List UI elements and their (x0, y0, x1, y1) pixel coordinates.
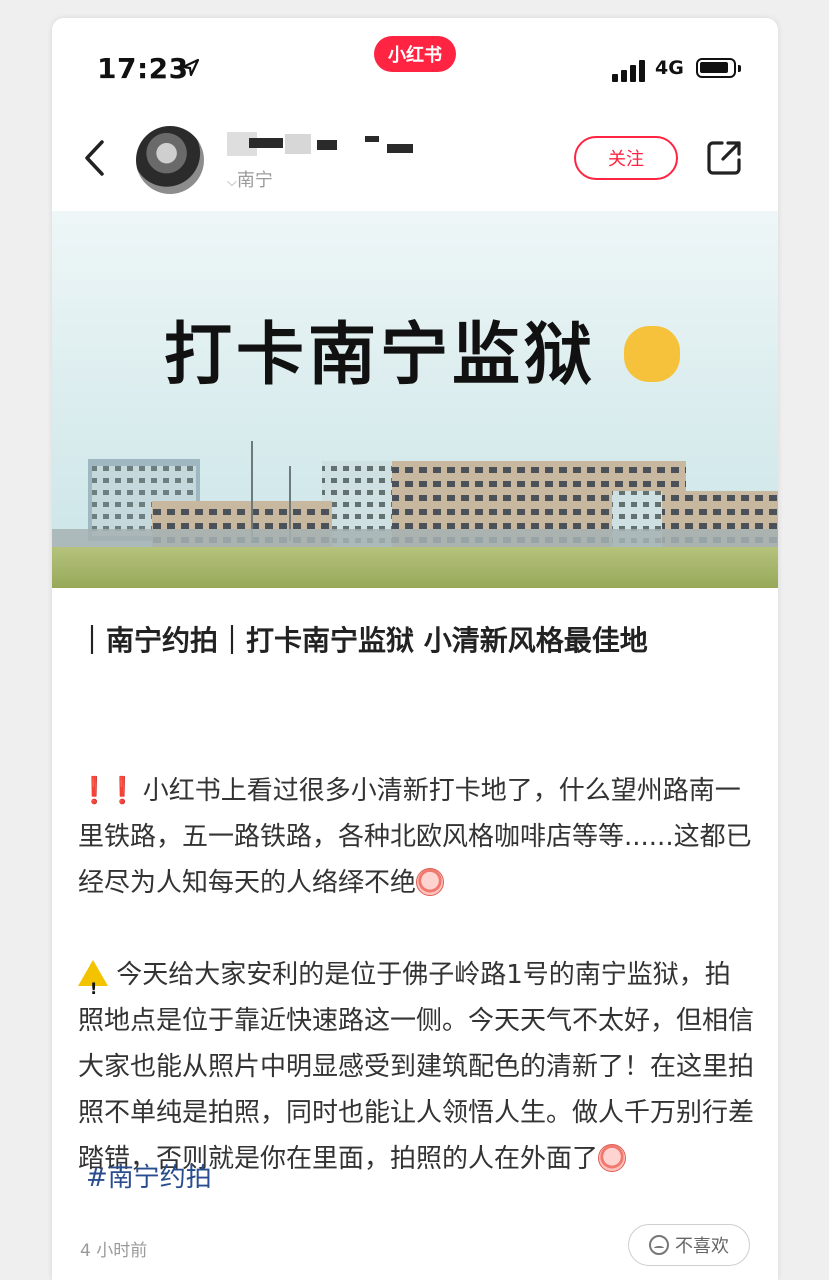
location-text: 南宁 (236, 170, 273, 191)
post-title: ｜南宁约拍｜打卡南宁监狱 小清新风格最佳地 (78, 624, 648, 657)
crying-face-icon (416, 868, 445, 896)
username-blurred[interactable] (227, 130, 417, 158)
share-icon[interactable] (704, 138, 744, 178)
hero-photo (52, 211, 778, 588)
paragraph-1: ❗❗ 小红书上看过很多小清新打卡地了，什么望州路南一里铁路，五一路铁路，各种北欧风… (78, 768, 754, 906)
dislike-button[interactable]: 不喜欢 (628, 1224, 750, 1266)
network-type: 4G (655, 57, 684, 79)
paragraph-1-text: 小红书上看过很多小清新打卡地了，什么望州路南一里铁路，五一路铁路，各种北欧风格咖… (78, 776, 752, 898)
hero-title-text: 打卡南宁监狱 (164, 316, 597, 395)
chevron-left-icon[interactable] (82, 138, 106, 178)
location-arrow-icon (181, 58, 200, 77)
warning-icon (78, 960, 108, 1012)
status-time: 17:23 (97, 52, 189, 85)
avatar[interactable] (136, 126, 204, 194)
location-pin-icon: ⌵ (227, 175, 237, 190)
status-bar: 17:23 小红书 4G (52, 18, 778, 108)
follow-button[interactable]: 关注 (574, 136, 678, 180)
rock-hand-icon (623, 326, 680, 382)
peach-face-icon (598, 1144, 627, 1172)
note-card: 17:23 小红书 4G ⌵南宁 关注 打卡南宁监狱 ｜南宁约拍｜打卡南宁监狱 … (52, 18, 778, 1280)
post-body: ❗❗ 小红书上看过很多小清新打卡地了，什么望州路南一里铁路，五一路铁路，各种北欧风… (78, 722, 754, 1228)
post-time: 4 小时前 (80, 1241, 148, 1261)
hero-image[interactable]: 打卡南宁监狱 (52, 211, 778, 588)
double-exclamation-icon: ❗❗ (78, 776, 139, 806)
paragraph-2-text: 今天给大家安利的是位于佛子岭路1号的南宁监狱，拍照地点是位于靠近快速路这一侧。今… (78, 960, 755, 1174)
paragraph-2: 今天给大家安利的是位于佛子岭路1号的南宁监狱，拍照地点是位于靠近快速路这一侧。今… (78, 952, 754, 1182)
note-header: ⌵南宁 关注 (52, 118, 778, 210)
battery-icon (696, 58, 741, 78)
sad-face-icon (649, 1235, 669, 1255)
hero-title: 打卡南宁监狱 (164, 299, 680, 398)
dislike-label: 不喜欢 (675, 1236, 729, 1257)
signal-icon (612, 60, 648, 82)
hashtag-link[interactable]: #南宁约拍 (86, 1157, 212, 1194)
app-badge: 小红书 (374, 36, 456, 72)
location-label: ⌵南宁 (227, 166, 273, 192)
